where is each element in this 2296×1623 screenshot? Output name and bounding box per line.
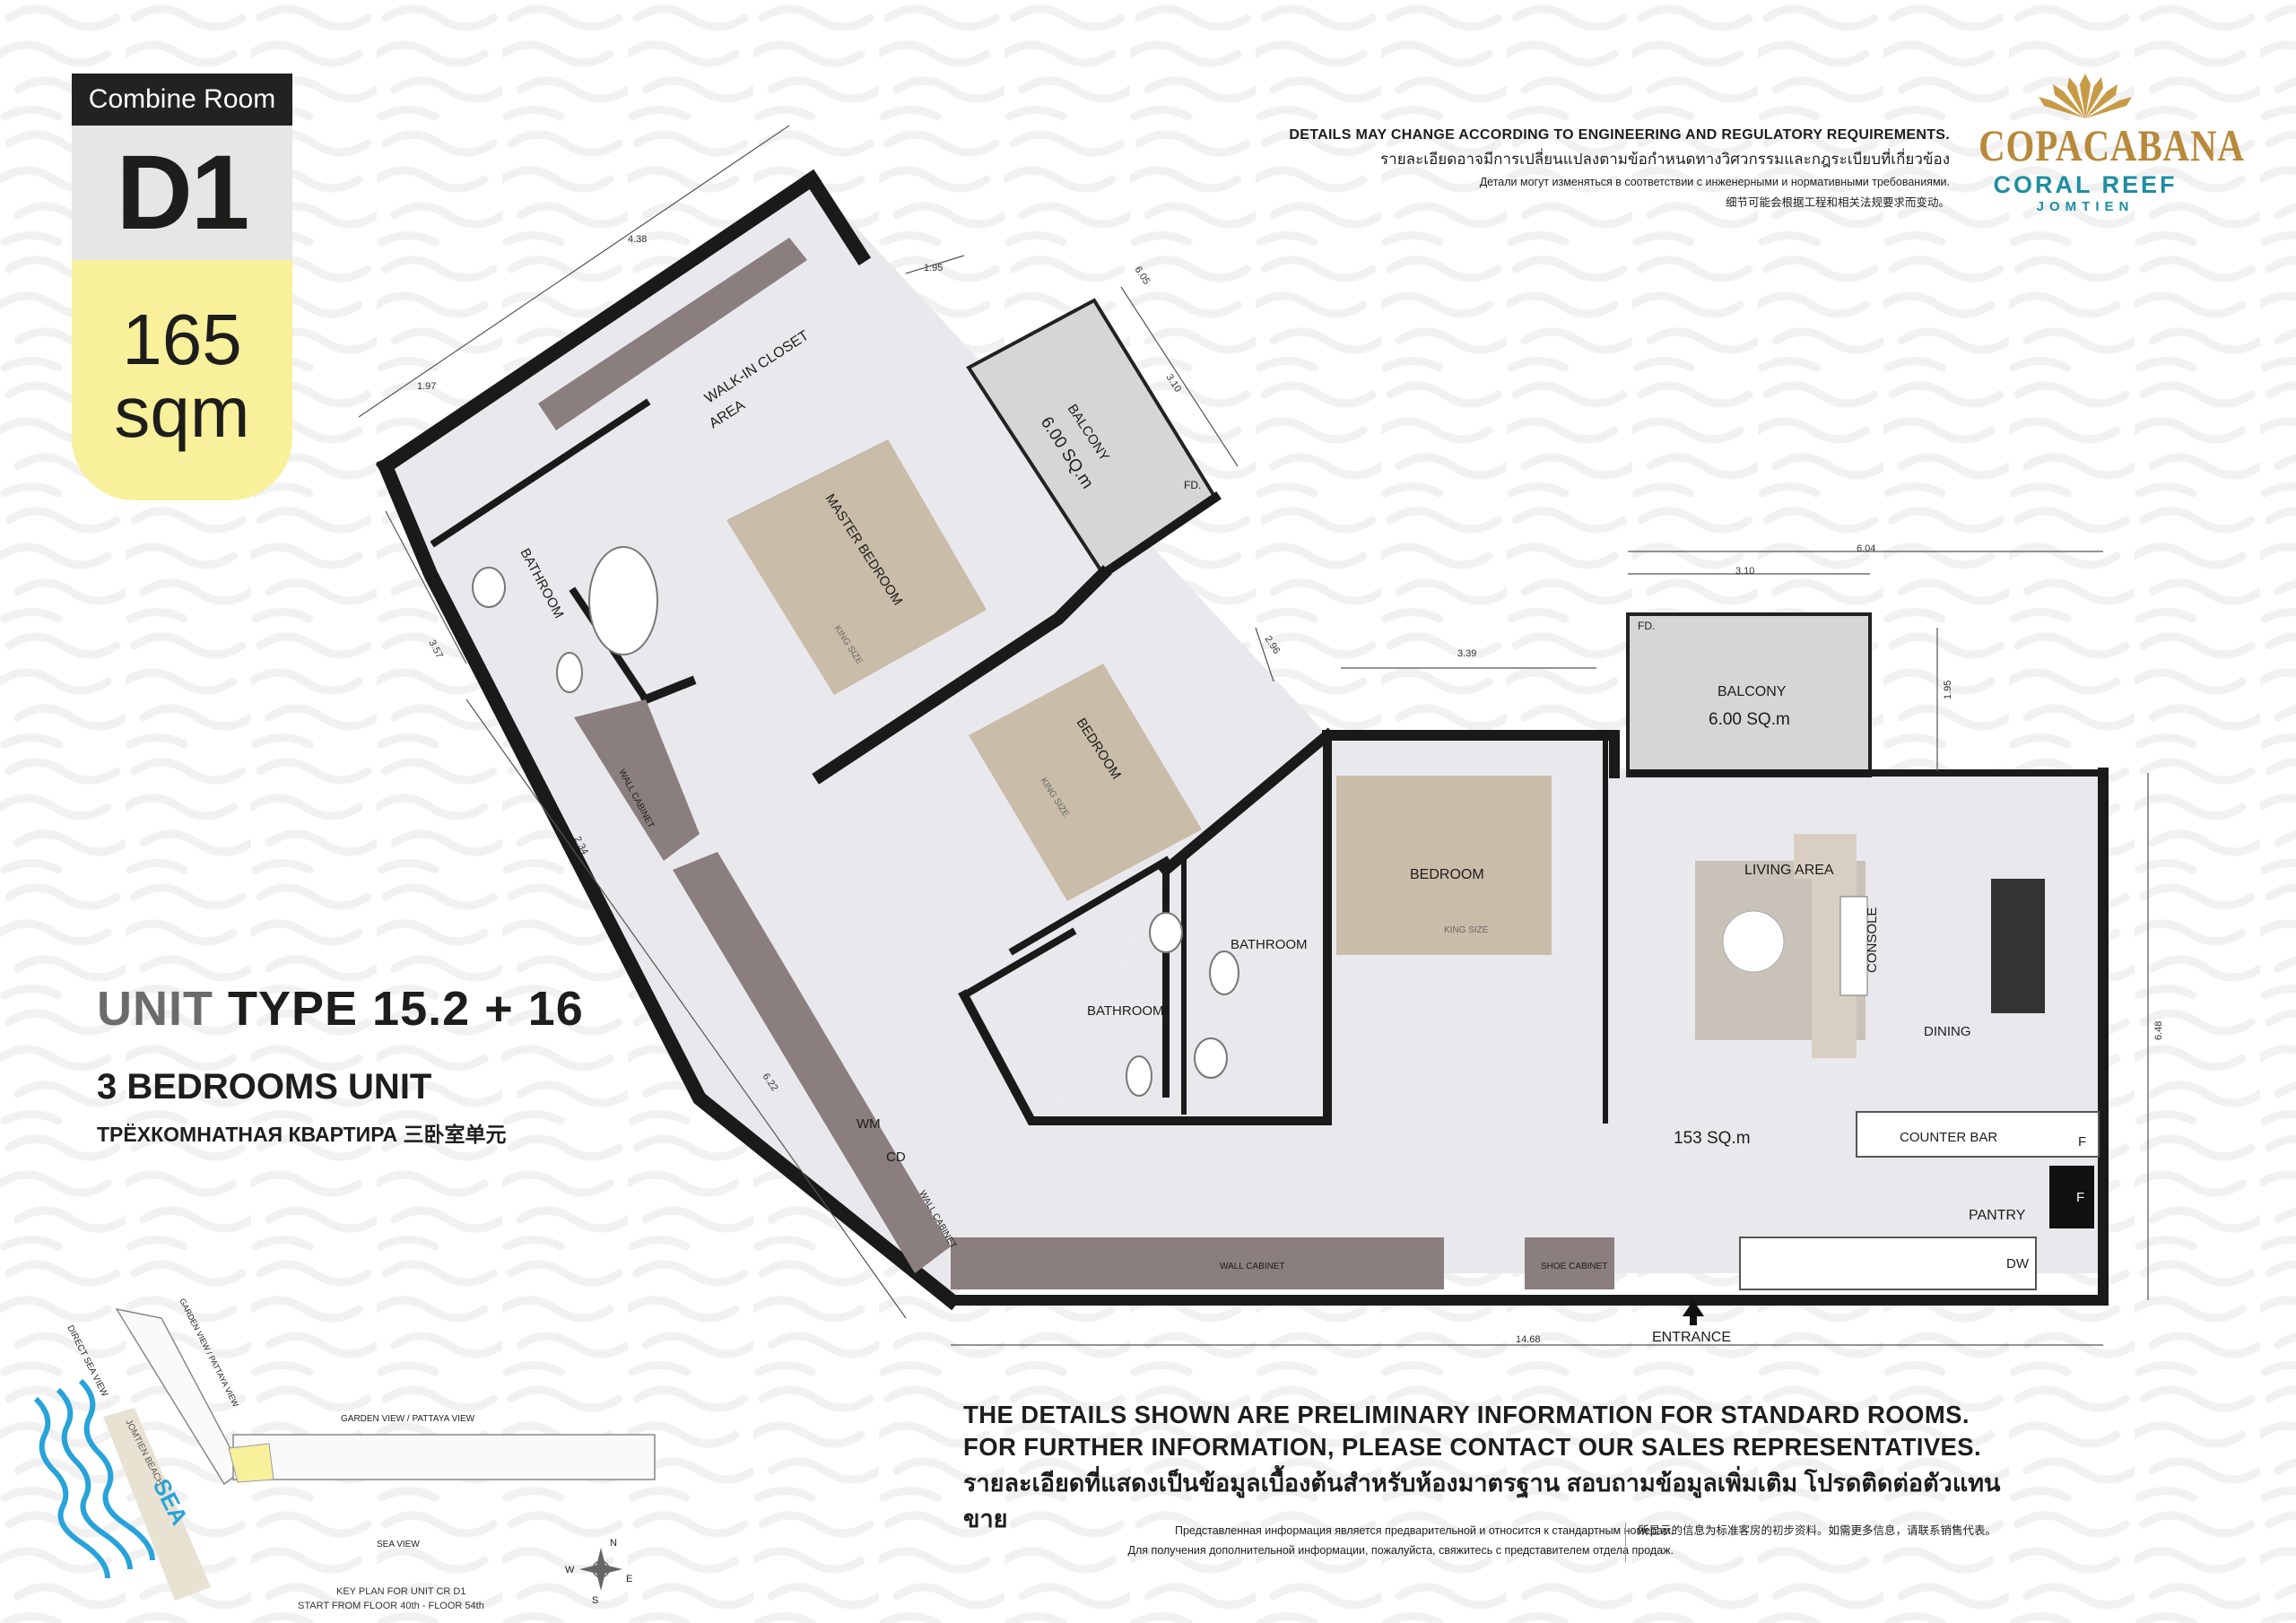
keyplan-sea-view: SEA VIEW: [377, 1540, 420, 1549]
pantry-label: PANTRY: [1969, 1208, 2026, 1223]
key-plan: GARDEN VIEW / PATTAYA VIEW GARDEN VIEW /…: [33, 1297, 656, 1611]
dim-15: 14.68: [1516, 1334, 1541, 1345]
compass-n: N: [610, 1538, 617, 1549]
unit-type-prefix: UNIT: [97, 982, 213, 1036]
balcony-b-label-2: 6.00 SQ.m: [1709, 710, 1790, 729]
compass-s: S: [592, 1595, 598, 1606]
console-label: CONSOLE: [1865, 907, 1880, 973]
coffee-table: [1722, 910, 1785, 973]
dim-7: 2.96: [1262, 634, 1282, 656]
unit-type: UNIT TYPE 15.2 + 16: [97, 981, 584, 1037]
bathroom-b-label: BATHROOM: [1231, 937, 1308, 952]
king-size-3: KING SIZE: [1444, 925, 1489, 935]
toilet-c: [1126, 1055, 1152, 1097]
dining-table: [1991, 879, 2045, 1013]
bathtub: [588, 546, 658, 655]
bedrooms-title: 3 BEDROOMS UNIT: [97, 1067, 432, 1107]
bathroom-c-label: BATHROOM: [1087, 1003, 1164, 1019]
dim-12: 6.04: [1857, 543, 1875, 554]
notes-en-1: THE DETAILS SHOWN ARE PRELIMINARY INFORM…: [963, 1401, 1970, 1428]
wall-cabinet-c-label: WALL CABINET: [1220, 1262, 1285, 1271]
kitchen-counter-shape: [1739, 1237, 2037, 1290]
toilet-a: [556, 652, 583, 693]
keyplan-garden-view-2: GARDEN VIEW / PATTAYA VIEW: [341, 1414, 475, 1424]
fd-a-label: FD.: [1184, 479, 1201, 491]
dim-11: 3.10: [1735, 566, 1754, 577]
dining-label: DINING: [1924, 1024, 1971, 1039]
notes-ru-2: Для получения дополнительной информации,…: [1127, 1544, 1674, 1557]
balcony-b-label-1: BALCONY: [1718, 684, 1787, 699]
dw-label: DW: [2006, 1256, 2030, 1271]
shoe-cabinet-label: SHOE CABINET: [1541, 1262, 1607, 1271]
dim-13: 1.95: [1943, 681, 1953, 699]
dim-3: 1.95: [924, 263, 943, 273]
fd-b-label: FD.: [1638, 620, 1655, 632]
sink-a: [472, 567, 506, 608]
fridge-label-1: F: [2078, 1134, 2086, 1150]
notes-ru-1: Представленная информация является предв…: [1174, 1524, 1674, 1537]
wall-cabinet-c-shape: [951, 1237, 1444, 1289]
compass-icon: N W E S: [565, 1538, 632, 1606]
notes-ru: Представленная информация является предв…: [1019, 1521, 1674, 1560]
notes-en-2: FOR FURTHER INFORMATION, PLEASE CONTACT …: [963, 1433, 1982, 1461]
sink-b: [1149, 912, 1183, 953]
compass-e: E: [626, 1574, 632, 1584]
dim-10: 3.39: [1457, 648, 1476, 659]
dim-14: 6.48: [2153, 1021, 2164, 1040]
wm-label: WM: [857, 1116, 881, 1132]
living-area-size: 153 SQ.m: [1674, 1129, 1751, 1148]
bedrooms-subtitle: ТРЁХКОМНАТНАЯ КВАРТИРА 三卧室单元: [97, 1123, 507, 1146]
dim-5: 3.10: [1163, 372, 1183, 395]
bedroom-c-label: BEDROOM: [1410, 867, 1484, 882]
notes-zh: 所显示的信息为标准客房的初步资料。如需更多信息，请联系销售代表。: [1638, 1524, 1997, 1537]
fridge-shape: [2049, 1166, 2094, 1228]
dim-1: 4.38: [628, 234, 647, 245]
bottom-notes: THE DETAILS SHOWN ARE PRELIMINARY INFORM…: [963, 1399, 2039, 1562]
cd-label: CD: [886, 1150, 906, 1165]
keyplan-caption-2: START FROM FLOOR 40th - FLOOR 54th: [298, 1601, 484, 1611]
entrance-label: ENTRANCE: [1652, 1330, 1731, 1345]
counter-bar-label: COUNTER BAR: [1900, 1130, 1997, 1145]
toilet-b: [1209, 950, 1239, 995]
sink-c: [1194, 1037, 1228, 1079]
notes-divider: [1625, 1523, 1626, 1562]
keyplan-caption-1: KEY PLAN FOR UNIT CR D1: [336, 1586, 465, 1597]
dim-6: 3.57: [426, 638, 445, 661]
console-shape: [1839, 896, 1868, 996]
compass-w: W: [565, 1565, 575, 1575]
unit-type-value: TYPE 15.2 + 16: [228, 982, 584, 1036]
living-area-label: LIVING AREA: [1744, 863, 1834, 878]
dim-4: 6.05: [1132, 265, 1152, 287]
dim-2: 1.97: [417, 381, 436, 392]
fridge-label-2: F: [2076, 1190, 2084, 1205]
